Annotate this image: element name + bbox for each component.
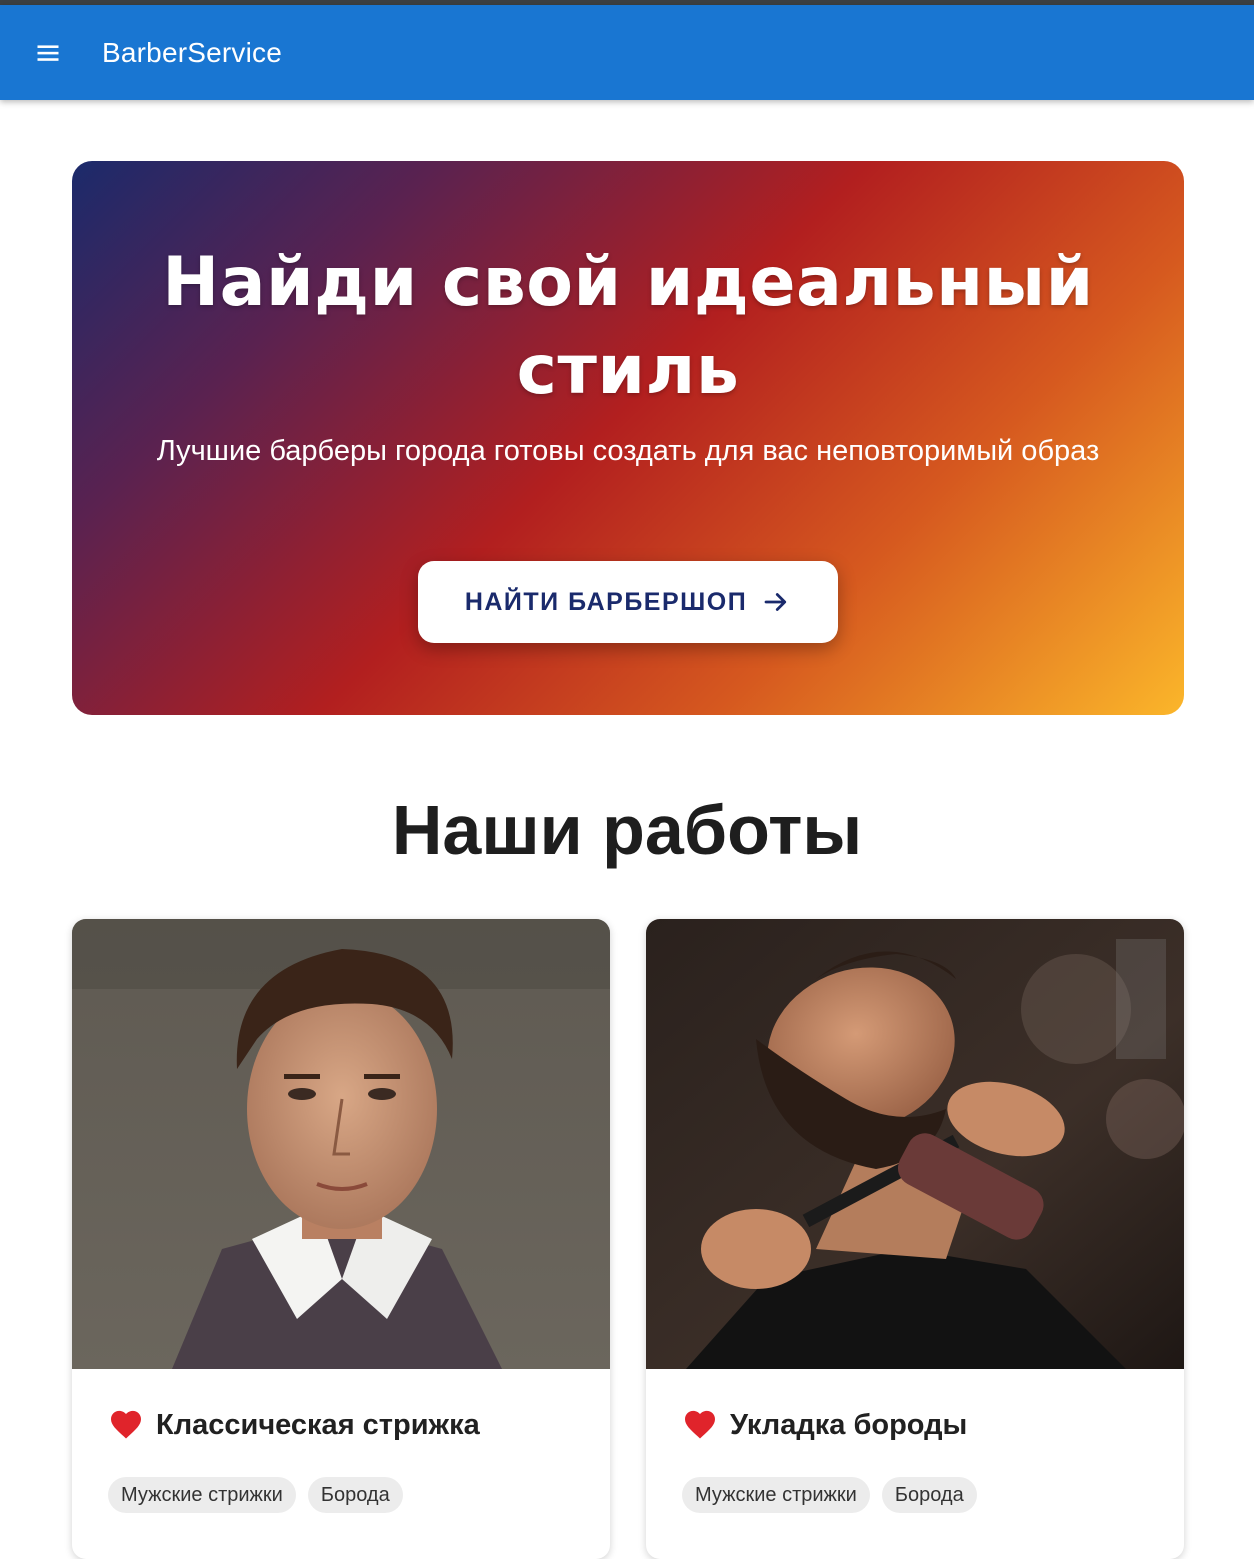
hero-title: Найди свой идеальный стиль [162, 243, 1094, 410]
hero-banner: Найди свой идеальный стиль Лучшие барбер… [72, 161, 1184, 715]
works-section-title: Наши работы [391, 791, 863, 869]
tag-chip[interactable]: Борода [881, 1477, 977, 1513]
beard-styling-photo [646, 919, 1184, 1369]
find-barbershop-label: НАЙТИ БАРБЕРШОП [464, 587, 748, 616]
find-barbershop-button[interactable]: НАЙТИ БАРБЕРШОП [418, 561, 838, 643]
card-title-row: Классическая стрижка [108, 1407, 480, 1443]
menu-button[interactable] [24, 29, 72, 77]
card-title: Укладка бороды [730, 1408, 968, 1441]
hamburger-menu-icon [37, 44, 59, 61]
tag-list: Мужские стрижки Борода [682, 1477, 989, 1513]
work-card-classic-haircut[interactable]: Классическая стрижка Мужские стрижки Бор… [72, 919, 610, 1559]
classic-haircut-photo [72, 919, 610, 1369]
heart-icon[interactable] [682, 1407, 718, 1443]
tag-list: Мужские стрижки Борода [108, 1477, 415, 1513]
card-title: Классическая стрижка [156, 1408, 480, 1441]
app-bar: BarberService [0, 5, 1254, 100]
app-title[interactable]: BarberService [102, 37, 282, 69]
heart-icon[interactable] [108, 1407, 144, 1443]
tag-chip[interactable]: Мужские стрижки [682, 1477, 870, 1513]
tag-chip[interactable]: Борода [307, 1477, 403, 1513]
tag-chip[interactable]: Мужские стрижки [108, 1477, 296, 1513]
work-card-beard-styling[interactable]: Укладка бороды Мужские стрижки Борода [646, 919, 1184, 1559]
arrow-right-icon [764, 593, 787, 611]
hero-subtitle: Лучшие барберы города готовы создать для… [156, 435, 1100, 467]
card-title-row: Укладка бороды [682, 1407, 967, 1443]
